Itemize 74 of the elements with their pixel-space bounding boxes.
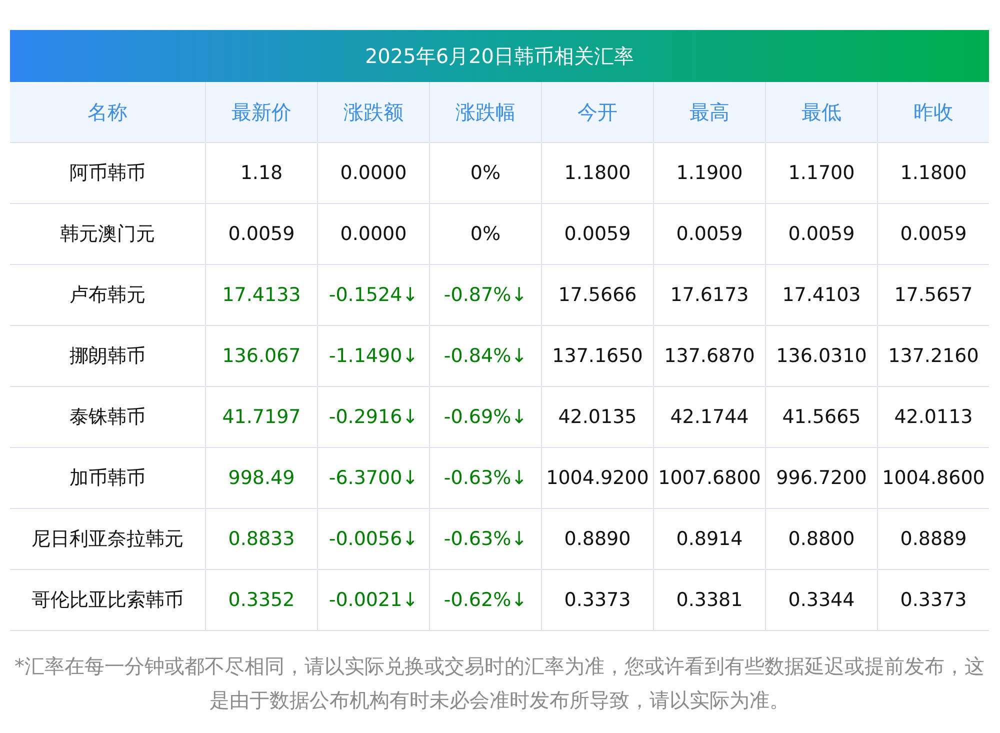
- table-cell-text: 卢布韩元: [68, 282, 146, 308]
- table-cell-text: 哥伦比亚比索韩币: [30, 588, 184, 613]
- table-cell-text: 尼日利亚奈拉韩元: [30, 526, 184, 552]
- table-cell: 41.5665: [765, 387, 877, 447]
- disclaimer-note: *汇率在每一分钟或都不尽相同，请以实际兑换或交易时的汇率为准，您或许看到有些数据延迟或提前发布，这是由于数据公布机构有时未必会准时发布所导致，请以实际为准。: [14, 653, 986, 714]
- table-cell: 0.3373: [541, 570, 653, 630]
- table-cell: 137.2160: [877, 326, 989, 386]
- table-cell-text: 挪朗韩币: [68, 344, 146, 369]
- column-header: 涨跌额: [317, 82, 429, 142]
- table-cell: 0.3373: [877, 570, 989, 630]
- table-cell: -0.1524↓: [317, 265, 429, 325]
- table-cell: -0.63%↓: [429, 448, 541, 508]
- table-cell: 0.8889: [877, 509, 989, 569]
- table-cell: 0.8914: [653, 509, 765, 569]
- table-cell: 0.3381: [653, 570, 765, 630]
- table-cell: 17.6173: [653, 265, 765, 325]
- table-cell: -1.1490↓: [317, 326, 429, 386]
- table-cell: 17.5657: [877, 265, 989, 325]
- table-cell: 137.6870: [653, 326, 765, 386]
- table-cell: 42.0113: [877, 387, 989, 447]
- table-cell: 1.1700: [765, 143, 877, 203]
- table-cell: 1.18: [205, 143, 317, 203]
- column-header: 最低: [765, 82, 877, 142]
- table-cell: 0.8800: [765, 509, 877, 569]
- table-cell: 0.3344: [765, 570, 877, 630]
- table-cell: 996.7200: [765, 448, 877, 508]
- table-cell: -0.2916↓: [317, 387, 429, 447]
- table-cell: 41.7197: [205, 387, 317, 447]
- column-header: 今开: [541, 82, 653, 142]
- table-cell: 136.0310: [765, 326, 877, 386]
- table-cell: 17.4103: [765, 265, 877, 325]
- table-cell: 0.0059: [541, 204, 653, 264]
- table-cell: 1004.8600: [877, 448, 989, 508]
- table-cell: 0.0000: [317, 143, 429, 203]
- table-cell: -6.3700↓: [317, 448, 429, 508]
- table-cell-text: 加币韩币: [68, 466, 146, 491]
- table-cell-text: 韩元澳门元: [59, 222, 156, 247]
- table-cell-text: 泰铢韩币: [68, 404, 146, 430]
- table-cell: -0.84%↓: [429, 326, 541, 386]
- column-header: 名称: [86, 99, 128, 126]
- table-cell-text: 阿币韩币: [68, 160, 146, 186]
- table-cell: 0%: [429, 204, 541, 264]
- table-cell: -0.0056↓: [317, 509, 429, 569]
- table-cell: -0.87%↓: [429, 265, 541, 325]
- table-cell: 0.3352: [205, 570, 317, 630]
- column-header: 涨跌幅: [429, 82, 541, 142]
- table-cell: -0.0021↓: [317, 570, 429, 630]
- table-cell: 998.49: [205, 448, 317, 508]
- table-cell: 0.0059: [205, 204, 317, 264]
- table-cell: 1.1900: [653, 143, 765, 203]
- column-header: 昨收: [877, 82, 989, 142]
- table-cell: 42.0135: [541, 387, 653, 447]
- table-cell: 0.0059: [765, 204, 877, 264]
- table-cell: 42.1744: [653, 387, 765, 447]
- table-cell: 136.067: [205, 326, 317, 386]
- table-cell: 0.0059: [653, 204, 765, 264]
- table-cell: 17.5666: [541, 265, 653, 325]
- table-cell: -0.63%↓: [429, 509, 541, 569]
- table-cell: 17.4133: [205, 265, 317, 325]
- table-cell: 1.1800: [541, 143, 653, 203]
- column-header: 最新价: [205, 82, 317, 142]
- table-cell: 1.1800: [877, 143, 989, 203]
- table-cell: -0.62%↓: [429, 570, 541, 630]
- table-title: 2025年6月20日韩币相关汇率: [10, 30, 989, 82]
- table-cell: 137.1650: [541, 326, 653, 386]
- table-cell: 1004.9200: [541, 448, 653, 508]
- table-cell: 0.8833: [205, 509, 317, 569]
- table-cell: 1007.6800: [653, 448, 765, 508]
- table-cell: 0.8890: [541, 509, 653, 569]
- table-cell: -0.69%↓: [429, 387, 541, 447]
- column-header: 最高: [653, 82, 765, 142]
- table-cell: 0.0000: [317, 204, 429, 264]
- table-cell: 0%: [429, 143, 541, 203]
- table-cell: 0.0059: [877, 204, 989, 264]
